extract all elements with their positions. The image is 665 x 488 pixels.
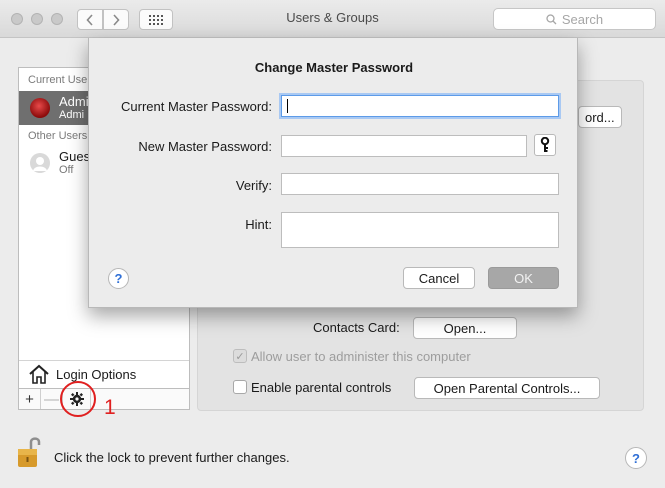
open-contacts-card-button[interactable]: Open... [413,317,517,339]
new-password-field[interactable] [281,135,527,157]
guest-user-name: Gues [59,149,91,164]
current-users-header: Current Use [28,74,88,86]
verify-label: Verify: [235,178,272,193]
change-password-button[interactable]: ord... [578,106,622,128]
other-users-header: Other Users [28,130,88,142]
allow-admin-checkbox[interactable]: ✓ [233,349,247,363]
search-placeholder: Search [561,11,604,27]
password-assistant-button[interactable] [534,134,556,156]
dialog-help-button[interactable]: ? [108,268,129,289]
search-icon [546,13,557,24]
rose-avatar [30,98,50,118]
add-user-button[interactable]: + [19,389,41,409]
search-input[interactable]: Search [493,8,656,30]
guest-user-role: Off [59,164,74,176]
current-password-field[interactable] [281,95,559,117]
allow-admin-label: Allow user to administer this computer [251,349,471,364]
admin-user-role: Admi [59,109,85,121]
annotation-circle [60,381,96,417]
parental-controls-label: Enable parental controls [251,380,392,395]
open-parental-controls-button[interactable]: Open Parental Controls... [414,377,600,399]
guest-avatar-icon [30,153,50,173]
ok-button[interactable]: OK [488,267,559,289]
key-icon [540,137,550,152]
dialog-title: Change Master Password [254,60,414,75]
help-button[interactable]: ? [625,447,647,469]
login-options-label: Login Options [56,367,137,382]
login-options-item[interactable]: Login Options [19,360,189,388]
hint-field[interactable] [281,212,559,248]
change-master-password-dialog: Change Master Password Current Master Pa… [88,38,578,308]
parental-controls-checkbox[interactable] [233,380,247,394]
current-password-label: Current Master Password: [121,99,272,114]
admin-user-name: Admi [59,94,89,109]
verify-field[interactable] [281,173,559,195]
contacts-card-label: Contacts Card: [313,320,400,335]
annotation-marker-1: 1 [104,396,116,419]
text-caret [287,99,288,113]
cancel-button[interactable]: Cancel [403,267,475,289]
new-password-label: New Master Password: [138,139,272,154]
lock-icon[interactable] [16,435,42,469]
hint-label: Hint: [245,217,272,232]
house-icon [29,364,49,384]
lock-message: Click the lock to prevent further change… [54,450,290,465]
title-bar: Users & Groups Search [0,0,665,38]
